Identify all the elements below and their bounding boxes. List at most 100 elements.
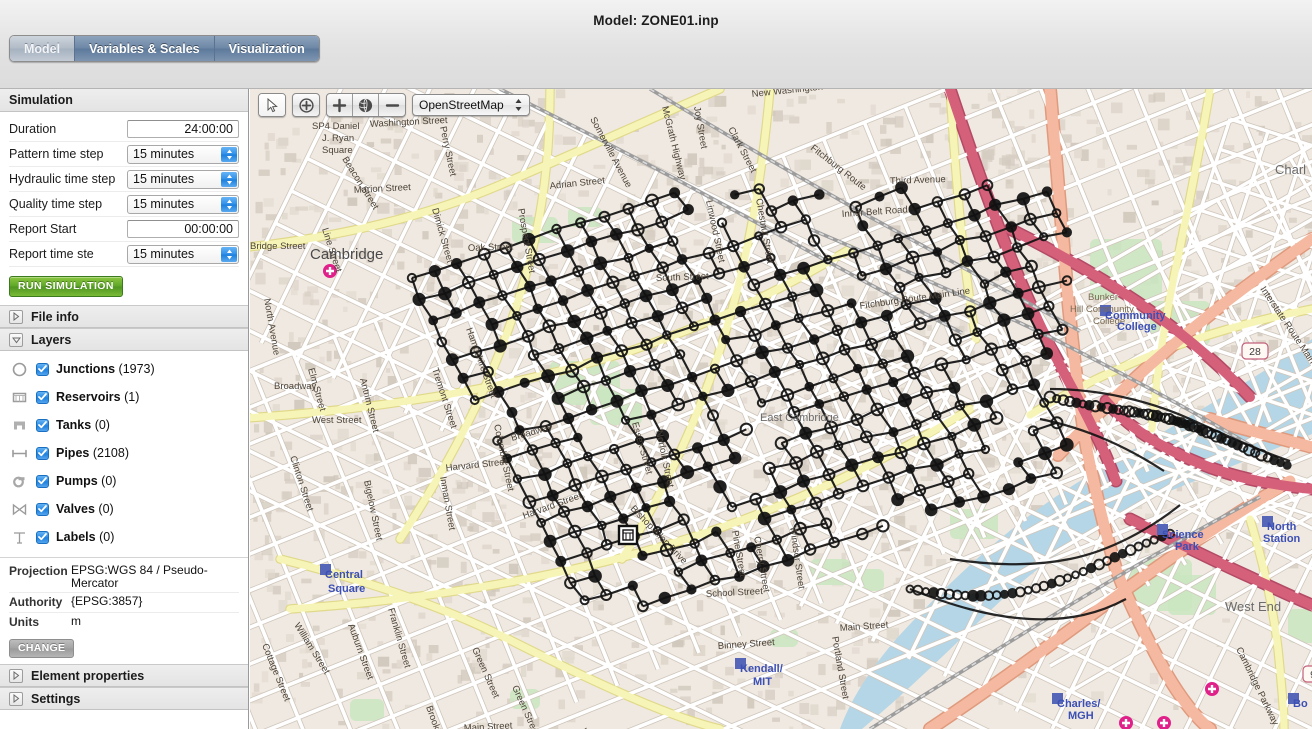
layers-list: Junctions (1973) Reservoirs (1) Tanks (0… — [0, 351, 248, 557]
basemap-selected-value: OpenStreetMap — [419, 98, 504, 112]
tab-variables-and-scales[interactable]: Variables & Scales — [75, 36, 215, 61]
stepper-icon[interactable] — [221, 246, 237, 262]
layer-checkbox-labels[interactable] — [36, 530, 49, 544]
report-start-input[interactable] — [127, 220, 239, 238]
field-row-duration: Duration — [9, 117, 239, 142]
simulation-form: Duration Pattern time step 15 minutes Hy… — [0, 112, 248, 271]
chevron-right-icon[interactable] — [9, 668, 23, 683]
layer-count-valves: (0) — [98, 502, 114, 516]
reservoir-icon — [10, 388, 28, 406]
layer-checkbox-pipes[interactable] — [36, 446, 49, 460]
layer-count-pumps: (0) — [101, 474, 117, 488]
stepper-icon[interactable] — [221, 146, 237, 162]
pan-tool-group[interactable] — [258, 93, 286, 117]
section-title-layers: Layers — [31, 332, 72, 347]
layer-checkbox-pumps[interactable] — [36, 474, 49, 488]
quality-time-step-select[interactable]: 15 minutes — [127, 194, 239, 214]
layer-row-pipes[interactable]: Pipes (2108) — [0, 439, 248, 467]
minus-icon[interactable] — [379, 94, 405, 116]
svg-text:Bo: Bo — [1293, 698, 1308, 710]
svg-text:Main Street: Main Street — [464, 720, 513, 729]
field-row-hydraulic-time-step: Hydraulic time step 15 minutes — [9, 167, 239, 192]
section-title-settings: Settings — [31, 691, 81, 706]
layer-count-labels: (0) — [99, 530, 115, 544]
svg-text:Bridge Street: Bridge Street — [250, 241, 306, 252]
section-header-layers[interactable]: Layers — [0, 328, 248, 351]
svg-text:MIT: MIT — [753, 676, 772, 688]
layer-row-pumps[interactable]: Pumps (0) — [0, 467, 248, 495]
svg-text:Square: Square — [328, 583, 365, 595]
chevron-right-icon[interactable] — [9, 691, 23, 706]
layer-row-valves[interactable]: Valves (0) — [0, 495, 248, 523]
stepper-icon[interactable] — [514, 98, 523, 112]
layer-checkbox-valves[interactable] — [36, 502, 49, 516]
label-quality-time-step: Quality time step — [9, 197, 103, 211]
layer-row-junctions[interactable]: Junctions (1973) — [0, 355, 248, 383]
zoom-select-icon[interactable] — [293, 94, 319, 116]
arrow-cursor-icon[interactable] — [259, 94, 285, 116]
map-rendering[interactable]: SP4 Daniel Washington StreetJ. RyanSquare… — [250, 89, 1312, 729]
layer-checkbox-tanks[interactable] — [36, 418, 49, 432]
chevron-right-icon[interactable] — [9, 309, 23, 324]
hydraulic-time-step-select[interactable]: 15 minutes — [127, 169, 239, 189]
label-icon — [10, 528, 28, 546]
stepper-icon[interactable] — [221, 171, 237, 187]
svg-text:Broadway: Broadway — [274, 381, 316, 392]
page-title: Model: ZONE01.inp — [593, 13, 719, 28]
units-row: Units m — [9, 613, 239, 633]
tab-visualization[interactable]: Visualization — [214, 36, 319, 61]
layer-checkbox-junctions[interactable] — [36, 362, 49, 376]
zoom-select-tool-group[interactable] — [292, 93, 320, 117]
svg-text:Cambridge: Cambridge — [310, 246, 383, 263]
pattern-time-step-select[interactable]: 15 minutes — [127, 144, 239, 164]
layer-label-pipes: Pipes — [56, 446, 90, 460]
layer-row-labels[interactable]: Labels (0) — [0, 523, 248, 551]
duration-input[interactable] — [127, 120, 239, 138]
title-bar: Model: ZONE01.inp Model Variables & Scal… — [0, 0, 1312, 89]
svg-text:Third Avenue: Third Avenue — [890, 174, 946, 187]
label-duration: Duration — [9, 122, 57, 136]
tab-model[interactable]: Model — [10, 36, 76, 61]
layer-row-reservoirs[interactable]: Reservoirs (1) — [0, 383, 248, 411]
projection-info: Projection EPSG:WGS 84 / Pseudo-Mercator… — [0, 557, 248, 664]
svg-text:Central: Central — [325, 569, 363, 581]
section-header-simulation[interactable]: Simulation — [0, 89, 248, 112]
main-tab-bar[interactable]: Model Variables & Scales Visualization — [9, 35, 320, 62]
reservoir-marker — [617, 524, 639, 546]
svg-text:J. Ryan: J. Ryan — [322, 133, 354, 144]
section-header-element-properties[interactable]: Element properties — [0, 664, 248, 687]
svg-text:Kendall/: Kendall/ — [740, 663, 783, 675]
svg-text:MGH: MGH — [1068, 710, 1094, 722]
layer-row-tanks[interactable]: Tanks (0) — [0, 411, 248, 439]
field-row-quality-time-step: Quality time step 15 minutes — [9, 192, 239, 217]
svg-text:North: North — [1267, 521, 1297, 533]
section-header-settings[interactable]: Settings — [0, 687, 248, 710]
stepper-icon[interactable] — [221, 196, 237, 212]
label-report-time-step: Report time ste — [9, 247, 94, 261]
basemap-select[interactable]: OpenStreetMap — [412, 94, 530, 116]
svg-text:Science: Science — [1162, 529, 1204, 541]
run-simulation-button[interactable]: RUN SIMULATION — [9, 276, 123, 297]
svg-text:West Street: West Street — [312, 415, 362, 426]
chevron-down-icon[interactable] — [9, 332, 23, 347]
hydraulic-time-step-value: 15 minutes — [133, 172, 195, 186]
label-hydraulic-time-step: Hydraulic time step — [9, 172, 116, 186]
svg-text:Station: Station — [1263, 533, 1301, 545]
map-toolbar[interactable]: OpenStreetMap — [258, 93, 530, 117]
globe-icon[interactable] — [353, 94, 379, 116]
units-value: m — [71, 614, 81, 628]
section-title-file-info: File info — [31, 309, 79, 324]
run-simulation-row: RUN SIMULATION — [0, 271, 248, 305]
layer-label-junctions: Junctions — [56, 362, 116, 376]
svg-text:College: College — [1117, 321, 1157, 333]
report-time-step-select[interactable]: 15 minutes — [127, 244, 239, 264]
zoom-controls-group[interactable] — [326, 93, 406, 117]
projection-row: Projection EPSG:WGS 84 / Pseudo-Mercator — [9, 562, 239, 593]
change-projection-button[interactable]: CHANGE — [9, 639, 75, 658]
section-header-file-info[interactable]: File info — [0, 305, 248, 328]
map-canvas-panel[interactable]: SP4 Daniel Washington Street J. Ryan Square… — [250, 89, 1312, 729]
plus-icon[interactable] — [327, 94, 353, 116]
application-window: Model: ZONE01.inp Model Variables & Scal… — [0, 0, 1312, 729]
layer-checkbox-reservoirs[interactable] — [36, 390, 49, 404]
field-row-report-time-step: Report time ste 15 minutes — [9, 242, 239, 267]
